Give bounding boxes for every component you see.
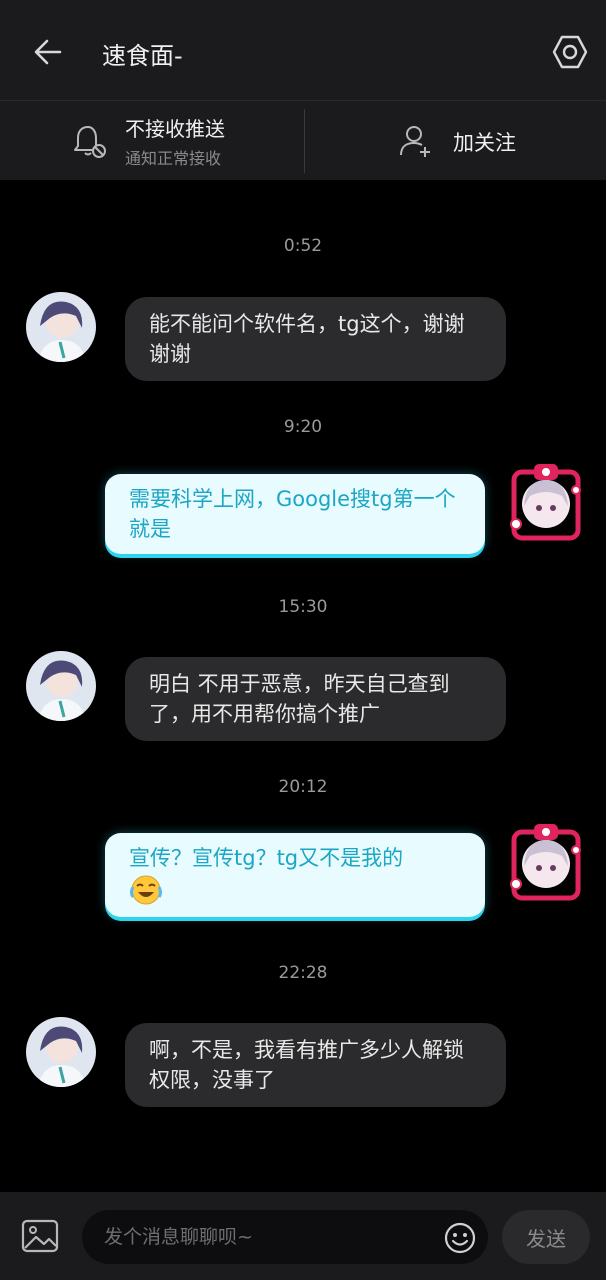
my-avatar[interactable] — [506, 822, 586, 902]
follow-button[interactable]: 加关注 — [305, 101, 606, 181]
follow-label: 加关注 — [453, 131, 516, 155]
my-avatar[interactable] — [506, 462, 586, 542]
composer-bar: 发送 — [0, 1192, 606, 1280]
message-bubble-sent: 需要科学上网，Google搜tg第一个就是 — [105, 474, 485, 554]
contact-avatar[interactable] — [26, 1017, 96, 1087]
message-bubble-received: 能不能问个软件名，tg这个，谢谢谢谢 — [125, 297, 506, 381]
avatar-image — [26, 292, 96, 362]
message-timestamp: 9:20 — [283, 417, 323, 437]
chat-title: 速食面- — [102, 42, 183, 70]
send-button[interactable]: 发送 — [502, 1210, 590, 1264]
avatar-frame-image — [510, 824, 581, 901]
laughing-tears-emoji-icon — [130, 875, 162, 905]
mute-push-button[interactable]: 不接收推送 通知正常接收 — [0, 101, 304, 181]
user-add-icon — [400, 126, 430, 157]
message-bubble-received: 明白 不用于恶意，昨天自己查到了，用不用帮你搞个推广 — [125, 657, 506, 741]
settings-button[interactable] — [548, 30, 592, 74]
message-bubble-received: 啊，不是，我看有推广多少人解锁权限，没事了 — [125, 1023, 506, 1107]
avatar-image — [26, 1017, 96, 1087]
push-setting-title: 不接收推送 — [125, 117, 225, 141]
message-timestamp: 20:12 — [278, 777, 328, 797]
message-input[interactable] — [82, 1210, 488, 1264]
image-picker-button[interactable] — [18, 1214, 62, 1258]
message-text: 宣传？宣传tg？tg又不是我的 — [129, 846, 404, 870]
top-bar: 速食面- — [0, 0, 606, 100]
contact-avatar[interactable] — [26, 651, 96, 721]
message-bubble-sent: 宣传？宣传tg？tg又不是我的 — [105, 833, 485, 917]
contact-avatar[interactable] — [26, 292, 96, 362]
message-timestamp: 22:28 — [278, 963, 328, 983]
avatar-image — [26, 651, 96, 721]
emoji-button[interactable] — [442, 1220, 478, 1256]
message-timestamp: 15:30 — [278, 597, 328, 617]
bell-muted-icon — [74, 126, 106, 158]
back-button[interactable] — [28, 32, 68, 72]
image-icon — [21, 1219, 59, 1253]
message-timestamp: 0:52 — [283, 236, 323, 256]
arrow-left-icon — [34, 39, 62, 65]
settings-icon — [552, 35, 588, 69]
smiley-icon — [444, 1222, 476, 1254]
action-bar: 不接收推送 通知正常接收 加关注 — [0, 100, 606, 180]
avatar-frame-image — [510, 464, 581, 541]
push-setting-subtitle: 通知正常接收 — [125, 149, 222, 168]
